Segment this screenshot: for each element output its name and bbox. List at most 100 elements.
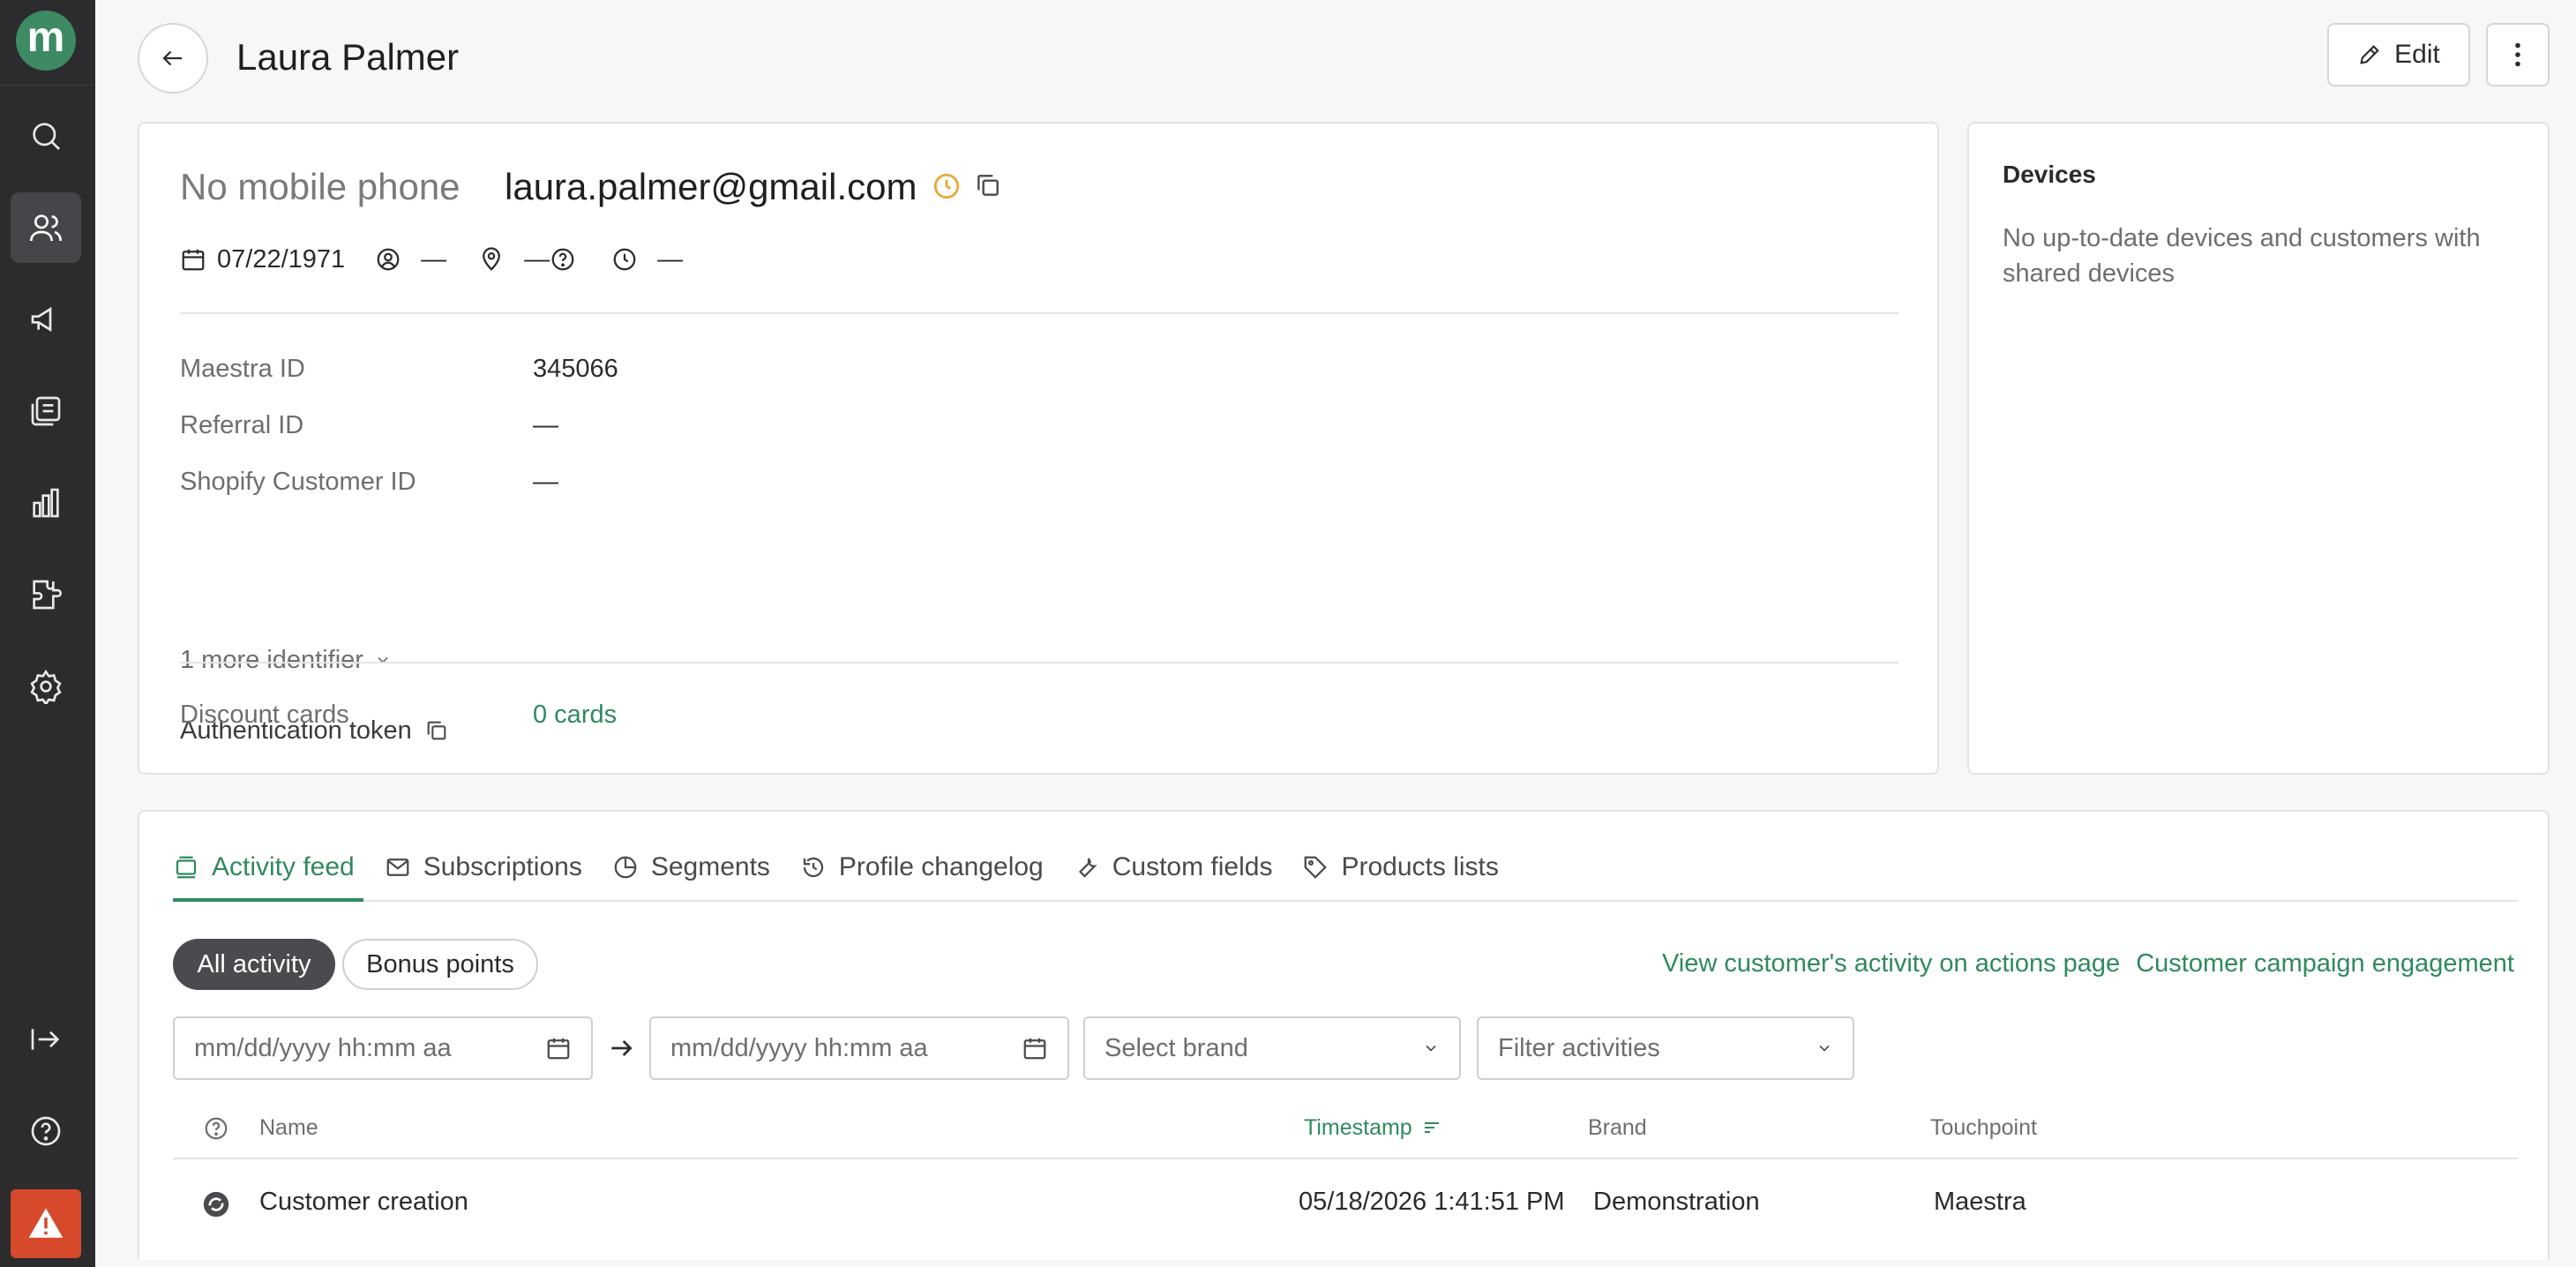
campaign-engagement-link[interactable]: Customer campaign engagement xyxy=(2136,946,2514,981)
sort-icon xyxy=(1424,1122,1439,1133)
date-to-input[interactable]: mm/dd/yyyy hh:mm aa xyxy=(649,1016,1069,1080)
tab-label: Segments xyxy=(650,852,770,881)
kebab-menu-icon xyxy=(2515,42,2520,67)
customer-creation-icon xyxy=(203,1191,229,1218)
table-divider xyxy=(173,1158,2518,1159)
back-button[interactable] xyxy=(138,23,208,94)
chevron-down-icon xyxy=(1819,1045,1830,1052)
identifier-value: — xyxy=(533,411,558,439)
edit-button[interactable]: Edit xyxy=(2327,23,2470,86)
cell-timestamp: 05/18/2026 1:41:51 PM xyxy=(1299,1188,1565,1216)
column-timestamp[interactable]: Timestamp xyxy=(1304,1112,1442,1143)
filter-all-activity[interactable]: All activity xyxy=(173,939,335,990)
alert-warning-icon[interactable] xyxy=(11,1189,81,1258)
calendar-icon xyxy=(1023,1038,1046,1060)
calendar-icon xyxy=(182,249,205,271)
discount-label: Discount cards xyxy=(180,701,349,729)
settings-icon[interactable] xyxy=(11,651,81,722)
location: — xyxy=(524,244,550,274)
history-icon xyxy=(803,857,824,878)
date-from-placeholder: mm/dd/yyyy hh:mm aa xyxy=(194,1033,452,1062)
select-brand-placeholder: Select brand xyxy=(1105,1033,1248,1062)
expand-sidebar-icon[interactable] xyxy=(11,1004,81,1075)
tab-label: Products lists xyxy=(1341,852,1499,881)
more-options-button[interactable] xyxy=(2486,23,2550,86)
filter-activities-placeholder: Filter activities xyxy=(1498,1033,1660,1062)
tab-segments[interactable]: Segments xyxy=(612,842,770,893)
filter-activities[interactable]: Filter activities xyxy=(1477,1016,1854,1080)
user-circle-icon xyxy=(377,248,400,271)
tab-activity-feed[interactable]: Activity feed xyxy=(173,842,355,893)
identifier-label: Shopify Customer ID xyxy=(180,468,416,496)
tab-label: Custom fields xyxy=(1112,852,1273,881)
more-identifier-toggle[interactable]: 1 more identifier xyxy=(180,642,392,678)
select-brand[interactable]: Select brand xyxy=(1083,1016,1461,1080)
identifier-label: Maestra ID xyxy=(180,355,305,383)
copy-icon[interactable] xyxy=(424,718,449,743)
view-actions-link[interactable]: View customer's activity on actions page xyxy=(1662,946,2120,981)
active-tab-indicator xyxy=(173,898,363,902)
feed-icon xyxy=(176,856,197,879)
chevron-down-icon xyxy=(378,656,388,663)
email[interactable]: laura.palmer@gmail.com xyxy=(505,161,917,214)
pie-icon xyxy=(614,856,637,879)
tag-icon xyxy=(1305,856,1328,879)
analytics-icon[interactable] xyxy=(11,468,81,538)
more-identifier-label: 1 more identifier xyxy=(180,646,363,674)
tab-label: Activity feed xyxy=(212,852,355,881)
tab-subscriptions[interactable]: Subscriptions xyxy=(385,842,582,893)
question-icon[interactable] xyxy=(203,1115,229,1142)
tab-products-lists[interactable]: Products lists xyxy=(1302,842,1499,893)
tab-custom-fields[interactable]: Custom fields xyxy=(1074,842,1273,893)
date-from-input[interactable]: mm/dd/yyyy hh:mm aa xyxy=(173,1016,593,1080)
devices-card: Devices No up-to-date devices and custom… xyxy=(1967,122,2550,775)
sidebar-divider xyxy=(0,85,95,86)
devices-title: Devices xyxy=(2003,161,2096,188)
copy-icon[interactable] xyxy=(974,171,1002,199)
content-icon[interactable] xyxy=(11,376,81,446)
pencil-icon xyxy=(2360,45,2379,64)
devices-empty-text: No up-to-date devices and customers with… xyxy=(2003,224,2481,288)
tab-label: Profile changelog xyxy=(838,852,1044,881)
arrow-right-icon xyxy=(611,1040,633,1056)
cell-brand: Demonstration xyxy=(1593,1188,1760,1216)
activity-card: Activity feed Subscriptions Segments Pro… xyxy=(138,810,2550,1260)
cell-touchpoint: Maestra xyxy=(1934,1188,2026,1216)
profile-meta: 07/22/1971 — — — xyxy=(180,242,683,277)
tab-profile-changelog[interactable]: Profile changelog xyxy=(800,842,1044,893)
column-brand[interactable]: Brand xyxy=(1588,1112,1647,1143)
identifier-label: Referral ID xyxy=(180,411,304,439)
identifier-value: 345066 xyxy=(533,355,618,383)
integrations-icon[interactable] xyxy=(11,559,81,630)
search-icon[interactable] xyxy=(11,101,81,171)
mobile-phone: No mobile phone xyxy=(180,166,461,207)
divider xyxy=(180,662,1898,663)
discount-cards-link[interactable]: 0 cards xyxy=(533,697,617,732)
cell-name: Customer creation xyxy=(259,1188,468,1216)
edit-label: Edit xyxy=(2394,40,2440,69)
help-icon[interactable] xyxy=(11,1096,81,1166)
birthdate: 07/22/1971 xyxy=(217,244,346,274)
identifier-value: — xyxy=(533,468,558,496)
filter-bonus-points[interactable]: Bonus points xyxy=(342,939,538,990)
date-to-placeholder: mm/dd/yyyy hh:mm aa xyxy=(670,1033,928,1062)
arrow-left-icon xyxy=(162,50,182,66)
question-icon xyxy=(551,248,574,271)
tabs-divider xyxy=(173,900,2518,902)
column-name[interactable]: Name xyxy=(259,1112,318,1143)
campaigns-icon[interactable] xyxy=(11,284,81,355)
activity-links: View customer's activity on actions page… xyxy=(1662,946,2514,981)
column-touchpoint[interactable]: Touchpoint xyxy=(1930,1112,2037,1143)
divider xyxy=(180,312,1898,314)
clock-status-icon xyxy=(933,173,960,199)
clock-icon xyxy=(613,248,636,271)
customers-icon[interactable] xyxy=(11,192,81,263)
tab-label: Subscriptions xyxy=(423,852,582,881)
app-logo[interactable]: m xyxy=(16,11,76,71)
sidebar: m xyxy=(0,0,95,1267)
profile-card: No mobile phone laura.palmer@gmail.com 0… xyxy=(138,122,1939,775)
timezone: — xyxy=(657,244,684,274)
tabs: Activity feed Subscriptions Segments Pro… xyxy=(173,842,1499,893)
chevron-down-icon xyxy=(1426,1045,1436,1052)
wrench-icon xyxy=(1078,858,1097,878)
